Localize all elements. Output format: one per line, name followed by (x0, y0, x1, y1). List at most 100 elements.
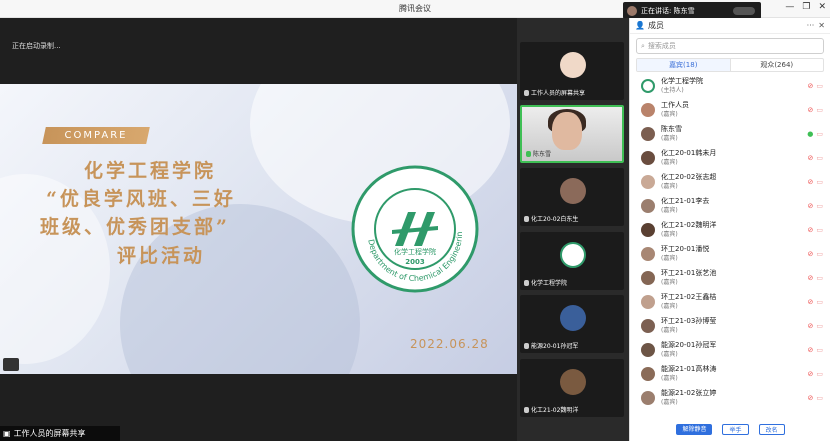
video-tile[interactable]: 能源20-01孙冠军 (520, 295, 624, 353)
more-icon[interactable]: ··· (807, 21, 815, 30)
panel-header: 👤 成员 ··· ✕ (630, 18, 830, 34)
mic-icon (524, 342, 529, 349)
avatar (641, 295, 655, 309)
member-row[interactable]: 化工20-02张志超 (嘉宾) ⊘ ▭ (630, 170, 830, 194)
mic-icon[interactable]: ⊘ (808, 82, 814, 90)
member-row[interactable]: 能源20-01孙冠军 (嘉宾) ⊘ ▭ (630, 338, 830, 362)
member-row[interactable]: 化工21-01李去 (嘉宾) ⊘ ▭ (630, 194, 830, 218)
member-name: 陈东雪 (661, 125, 682, 133)
video-tile-speaker[interactable]: 陈东雪 (520, 105, 624, 163)
avatar (641, 151, 655, 165)
mic-icon[interactable]: ⊘ (808, 298, 814, 306)
member-role: (嘉宾) (661, 279, 678, 286)
member-name: 工作人员 (661, 101, 689, 109)
video-column: 工作人员的屏幕共享 陈东雪 化工20-02白东生 化学工程学院 能源20-01孙… (517, 18, 629, 441)
search-input[interactable]: ⌕ 搜索成员 (636, 38, 824, 54)
member-role: (嘉宾) (661, 375, 678, 382)
menu-icon[interactable] (3, 358, 19, 371)
camera-icon[interactable]: ▭ (816, 178, 823, 186)
rename-button[interactable]: 改名 (758, 424, 785, 435)
member-list: 化学工程学院 (主持人) ⊘ ▭ 工作人员 (嘉宾) ⊘ ▭ 陈东雪 (嘉宾) ● ▭ 化工20-01韩… (630, 74, 830, 410)
video-tile[interactable]: 化学工程学院 (520, 232, 624, 290)
maximize-icon[interactable]: ❐ (802, 2, 810, 12)
camera-icon[interactable]: ▭ (816, 202, 823, 210)
members-panel: 👤 成员 ··· ✕ ⌕ 搜索成员 嘉宾(18) 观众(264) 化学工程学院 (… (629, 18, 830, 441)
camera-icon[interactable]: ▭ (816, 106, 823, 114)
mic-icon[interactable]: ● (807, 130, 813, 138)
minimize-icon[interactable]: — (785, 2, 794, 12)
member-name: 能源20-01孙冠军 (661, 341, 717, 349)
camera-icon[interactable]: ▭ (816, 274, 823, 282)
member-name: 化工21-02魏明洋 (661, 221, 717, 229)
member-row[interactable]: 化学工程学院 (主持人) ⊘ ▭ (630, 74, 830, 98)
camera-icon[interactable]: ▭ (816, 394, 823, 402)
member-row[interactable]: 环工21-03孙博莹 (嘉宾) ⊘ ▭ (630, 314, 830, 338)
mic-icon[interactable]: ⊘ (808, 322, 814, 330)
mic-icon[interactable]: ⊘ (808, 154, 814, 162)
member-name: 化学工程学院 (661, 77, 703, 85)
avatar (560, 242, 586, 268)
member-row[interactable]: 能源21-01高林涛 (嘉宾) ⊘ ▭ (630, 362, 830, 386)
avatar (641, 343, 655, 357)
member-row[interactable]: 化工21-02魏明洋 (嘉宾) ⊘ ▭ (630, 218, 830, 242)
close-icon[interactable]: ✕ (818, 21, 825, 30)
member-row[interactable]: 环工20-01潘悦 (嘉宾) ⊘ ▭ (630, 242, 830, 266)
mic-icon (524, 279, 529, 286)
member-row[interactable]: 能源21-02张立婷 (嘉宾) ⊘ ▭ (630, 386, 830, 410)
member-role: (嘉宾) (661, 135, 678, 142)
camera-icon[interactable]: ▭ (816, 370, 823, 378)
member-name: 化工21-01李去 (661, 197, 710, 205)
avatar (627, 5, 637, 16)
camera-icon[interactable]: ▭ (816, 346, 823, 354)
mic-icon (526, 150, 531, 157)
camera-icon[interactable]: ▭ (816, 250, 823, 258)
video-tile[interactable]: 化工20-02白东生 (520, 168, 624, 226)
mic-icon[interactable]: ⊘ (808, 226, 814, 234)
mic-icon[interactable]: ⊘ (808, 106, 814, 114)
avatar (641, 391, 655, 405)
tab-guests[interactable]: 嘉宾(18) (637, 59, 731, 71)
camera-icon[interactable]: ▭ (816, 82, 823, 90)
search-icon: ⌕ (641, 41, 645, 50)
member-role: (嘉宾) (661, 399, 678, 406)
raise-hand-button[interactable]: 举手 (722, 424, 749, 435)
tab-viewers[interactable]: 观众(264) (731, 59, 824, 71)
member-role: (嘉宾) (661, 255, 678, 262)
mic-icon[interactable]: ⊘ (808, 274, 814, 282)
member-row[interactable]: 环工21-01张艺池 (嘉宾) ⊘ ▭ (630, 266, 830, 290)
video-tile[interactable]: 化工21-02魏明洋 (520, 359, 624, 417)
member-role: (主持人) (661, 87, 684, 94)
svg-text:2003: 2003 (405, 258, 425, 266)
camera-icon[interactable]: ▭ (816, 226, 823, 234)
svg-text:化学工程学院: 化学工程学院 (394, 247, 436, 256)
mic-icon[interactable]: ⊘ (808, 178, 814, 186)
member-row[interactable]: 工作人员 (嘉宾) ⊘ ▭ (630, 98, 830, 122)
camera-icon[interactable]: ▭ (816, 322, 823, 330)
member-tabs: 嘉宾(18) 观众(264) (636, 58, 824, 72)
mic-icon[interactable]: ⊘ (808, 346, 814, 354)
camera-icon[interactable]: ▭ (816, 298, 823, 306)
members-icon: 👤 (635, 21, 645, 30)
member-row[interactable]: 环工21-02王鑫桔 (嘉宾) ⊘ ▭ (630, 290, 830, 314)
member-row[interactable]: 陈东雪 (嘉宾) ● ▭ (630, 122, 830, 146)
member-name: 能源21-02张立婷 (661, 389, 717, 397)
mic-icon[interactable]: ⊘ (808, 250, 814, 258)
mic-icon[interactable]: ⊘ (808, 370, 814, 378)
slide-title-line1: 化学工程学院 (84, 160, 217, 182)
video-tile[interactable]: 工作人员的屏幕共享 (520, 42, 624, 100)
compare-banner: COMPARE (42, 127, 150, 144)
member-row[interactable]: 化工20-01韩未月 (嘉宾) ⊘ ▭ (630, 146, 830, 170)
avatar (641, 175, 655, 189)
mic-icon[interactable]: ⊘ (808, 202, 814, 210)
screen-share-icon: ▣ (3, 429, 11, 438)
close-icon[interactable]: ✕ (818, 2, 826, 12)
mic-icon[interactable]: ⊘ (808, 394, 814, 402)
share-label-bar: ▣ 工作人员的屏幕共享 (0, 426, 120, 441)
member-role: (嘉宾) (661, 351, 678, 358)
avatar (560, 178, 586, 204)
camera-icon[interactable]: ▭ (816, 130, 823, 138)
unmute-button[interactable]: 解除静音 (676, 424, 713, 435)
member-role: (嘉宾) (661, 111, 678, 118)
camera-icon[interactable]: ▭ (816, 154, 823, 162)
panel-actions: 解除静音 举手 改名 (630, 418, 830, 441)
